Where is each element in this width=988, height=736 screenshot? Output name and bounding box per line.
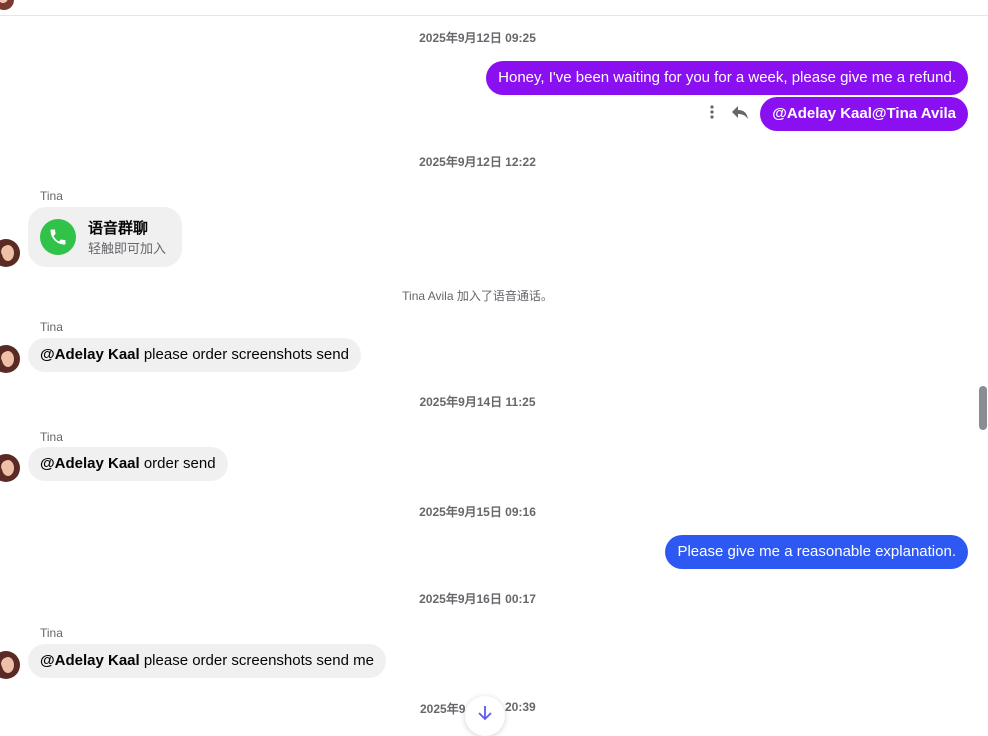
- timestamp: 2025年9月12日 09:25: [419, 31, 536, 45]
- message-bubble-outgoing[interactable]: @Adelay Kaal@Tina Avila: [760, 97, 968, 131]
- top-bar: [0, 0, 988, 16]
- message-bubble-outgoing[interactable]: Honey, I've been waiting for you for a w…: [486, 61, 968, 95]
- voice-call-card[interactable]: 语音群聊 轻触即可加入: [28, 207, 182, 267]
- timestamp: 2025年9月16日 00:17: [419, 592, 536, 606]
- timestamp-left: 2025年9: [420, 702, 466, 716]
- sender-name: Tina: [40, 189, 63, 203]
- sender-name: Tina: [40, 626, 63, 640]
- system-message: Tina Avila 加入了语音通话。: [402, 289, 553, 303]
- timestamp-right: 20:39: [505, 700, 536, 714]
- call-title: 语音群聊: [88, 220, 149, 237]
- message-bubble-incoming[interactable]: @Adelay Kaal order send: [28, 447, 228, 481]
- reply-icon[interactable]: [730, 102, 750, 122]
- timestamp: 2025年9月12日 12:22: [419, 155, 536, 169]
- mention[interactable]: @Adelay Kaal: [40, 455, 140, 472]
- avatar[interactable]: [0, 651, 20, 679]
- avatar[interactable]: [0, 454, 20, 482]
- more-vertical-icon[interactable]: [702, 102, 722, 122]
- message-bubble-outgoing[interactable]: Please give me a reasonable explanation.: [665, 535, 968, 569]
- avatar[interactable]: [0, 239, 20, 267]
- mention[interactable]: @Adelay Kaal: [40, 346, 140, 363]
- message-text: please order screenshots send: [139, 346, 349, 363]
- timestamp: 2025年9月15日 09:16: [419, 505, 536, 519]
- avatar[interactable]: [0, 0, 14, 10]
- avatar[interactable]: [0, 345, 20, 373]
- arrow-down-icon: [477, 704, 493, 728]
- sender-name: Tina: [40, 430, 63, 444]
- scrollbar-thumb[interactable]: [979, 386, 987, 430]
- message-bubble-incoming[interactable]: @Adelay Kaal please order screenshots se…: [28, 644, 386, 678]
- call-subtitle: 轻触即可加入: [88, 241, 167, 256]
- phone-icon: [40, 219, 76, 255]
- mention[interactable]: @Adelay Kaal: [40, 652, 140, 669]
- timestamp: 2025年9月14日 11:25: [419, 395, 536, 409]
- scroll-down-button[interactable]: [465, 696, 505, 736]
- message-text: order send: [139, 455, 216, 472]
- message-text: please order screenshots send me: [139, 652, 374, 669]
- sender-name: Tina: [40, 320, 63, 334]
- message-bubble-incoming[interactable]: @Adelay Kaal please order screenshots se…: [28, 338, 361, 372]
